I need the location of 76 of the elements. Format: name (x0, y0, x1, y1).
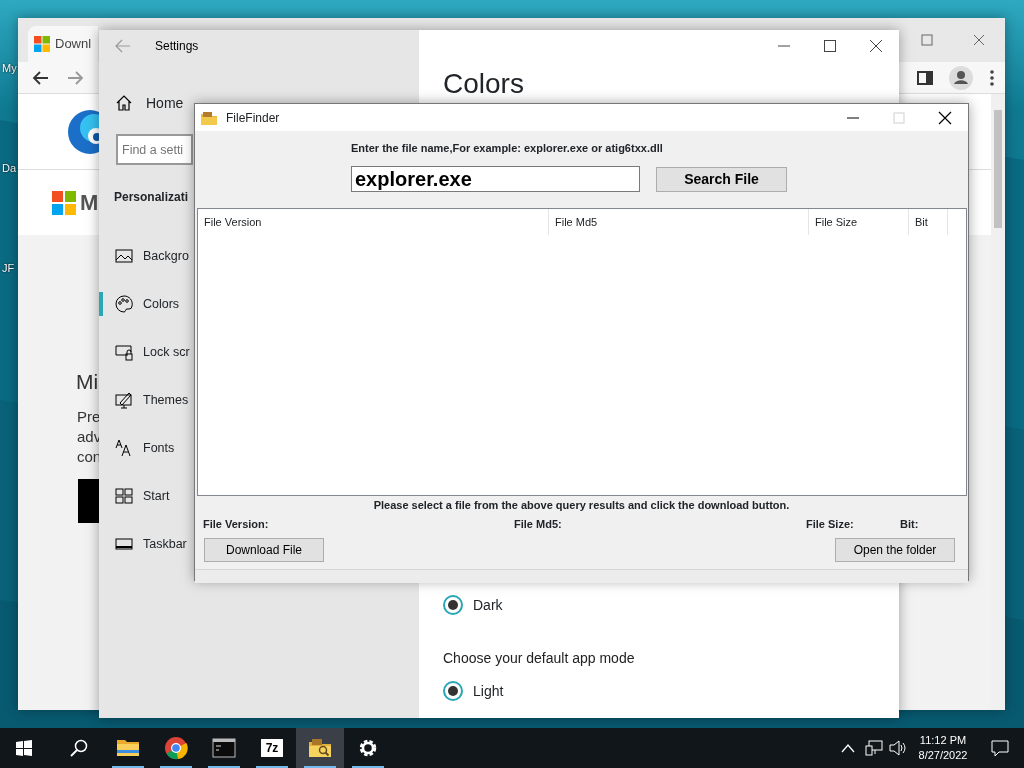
field-label: Bit: (900, 517, 919, 532)
sidebar-icon[interactable] (917, 70, 933, 86)
start-icon (115, 487, 133, 505)
lock-screen-icon (115, 343, 133, 361)
column-header[interactable]: File Md5 (549, 209, 809, 235)
scrollbar-thumb[interactable] (994, 110, 1002, 228)
column-header[interactable]: File Version (198, 209, 549, 235)
archive-icon: 7z (261, 739, 283, 757)
date-text: 8/27/2022 (917, 748, 969, 763)
desktop-icon-label[interactable]: JF (2, 262, 15, 275)
window-title: Settings (155, 38, 199, 55)
field-label: File Version: (203, 517, 269, 532)
desktop-icon-label[interactable]: My (2, 62, 17, 75)
radio-button[interactable] (443, 595, 463, 615)
nav-item[interactable]: Lock scr (99, 328, 194, 376)
home-nav-item[interactable]: Home (99, 79, 194, 127)
field-label: File Md5: (514, 517, 562, 532)
window-title: FileFinder (226, 109, 280, 127)
taskbar-app[interactable] (296, 728, 344, 768)
maximize-icon[interactable] (822, 38, 838, 54)
radio-button[interactable] (443, 681, 463, 701)
search-button[interactable]: Search File (656, 166, 787, 192)
paragraph-line: Pre (77, 407, 102, 427)
folder-icon (201, 110, 217, 125)
download-button[interactable]: Download File (204, 538, 324, 562)
chevron-up-icon[interactable] (841, 743, 855, 753)
open-folder-button[interactable]: Open the folder (835, 538, 955, 562)
time-text: 11:12 PM (918, 733, 968, 748)
notification-icon[interactable] (991, 739, 1009, 757)
themes-icon (115, 391, 133, 409)
nav-item[interactable]: Fonts (99, 424, 194, 472)
radio-label: Light (473, 681, 504, 701)
radio-label: Dark (473, 595, 503, 615)
page-heading: Mi (76, 369, 100, 395)
nav-item[interactable]: Taskbar (99, 520, 194, 568)
folder-search-icon (308, 736, 332, 760)
close-icon[interactable] (938, 110, 952, 125)
home-icon (115, 94, 133, 112)
scrollbar[interactable] (991, 94, 1005, 710)
nav-item[interactable]: Colors (99, 280, 194, 328)
column-header[interactable]: File Size (809, 209, 909, 235)
field-label: File Size: (806, 517, 854, 532)
chrome-icon (164, 736, 188, 760)
windows-logo-icon (34, 36, 50, 52)
tab-title: Downl (55, 35, 92, 54)
terminal-icon (212, 736, 236, 760)
instruction-text: Please select a file from the above query results and click the download button. (372, 498, 791, 512)
network-icon[interactable] (865, 740, 883, 756)
palette-icon (115, 295, 133, 313)
microsoft-logo-icon (52, 190, 76, 215)
close-icon[interactable] (868, 38, 884, 54)
section-title: Personalizati (113, 189, 190, 206)
browser-tab[interactable]: Downl (28, 26, 98, 62)
prompt-label: Enter the file name,For example: explorer.exe or atig6txx.dll (351, 141, 664, 155)
desktop-icon-label[interactable]: Da (2, 162, 17, 175)
nav-item[interactable]: Start (99, 472, 194, 520)
page-heading: Colors (443, 68, 525, 100)
brand-name: M (80, 189, 99, 217)
forward-arrow-icon[interactable] (66, 68, 84, 87)
picture-icon (115, 247, 133, 265)
section-label: Choose your default app mode (443, 649, 636, 668)
back-arrow-icon[interactable] (32, 68, 50, 87)
taskbar-app[interactable]: 7z (248, 728, 296, 768)
nav-item[interactable]: Backgro (99, 232, 194, 280)
profile-icon[interactable] (949, 66, 973, 90)
clock[interactable]: 11:12 PM 8/27/2022 (911, 733, 975, 763)
taskbar-icon (115, 535, 133, 553)
column-header[interactable]: Bit (909, 209, 948, 235)
search-icon[interactable] (70, 739, 88, 757)
volume-icon[interactable] (889, 740, 907, 756)
search-field[interactable]: Find a setti (116, 134, 193, 165)
windows-start-icon[interactable] (16, 740, 32, 756)
nav-item[interactable]: Themes (99, 376, 194, 424)
file-name-field[interactable]: explorer.exe (351, 166, 640, 192)
fonts-icon (115, 439, 133, 457)
more-menu-icon[interactable] (989, 69, 995, 87)
